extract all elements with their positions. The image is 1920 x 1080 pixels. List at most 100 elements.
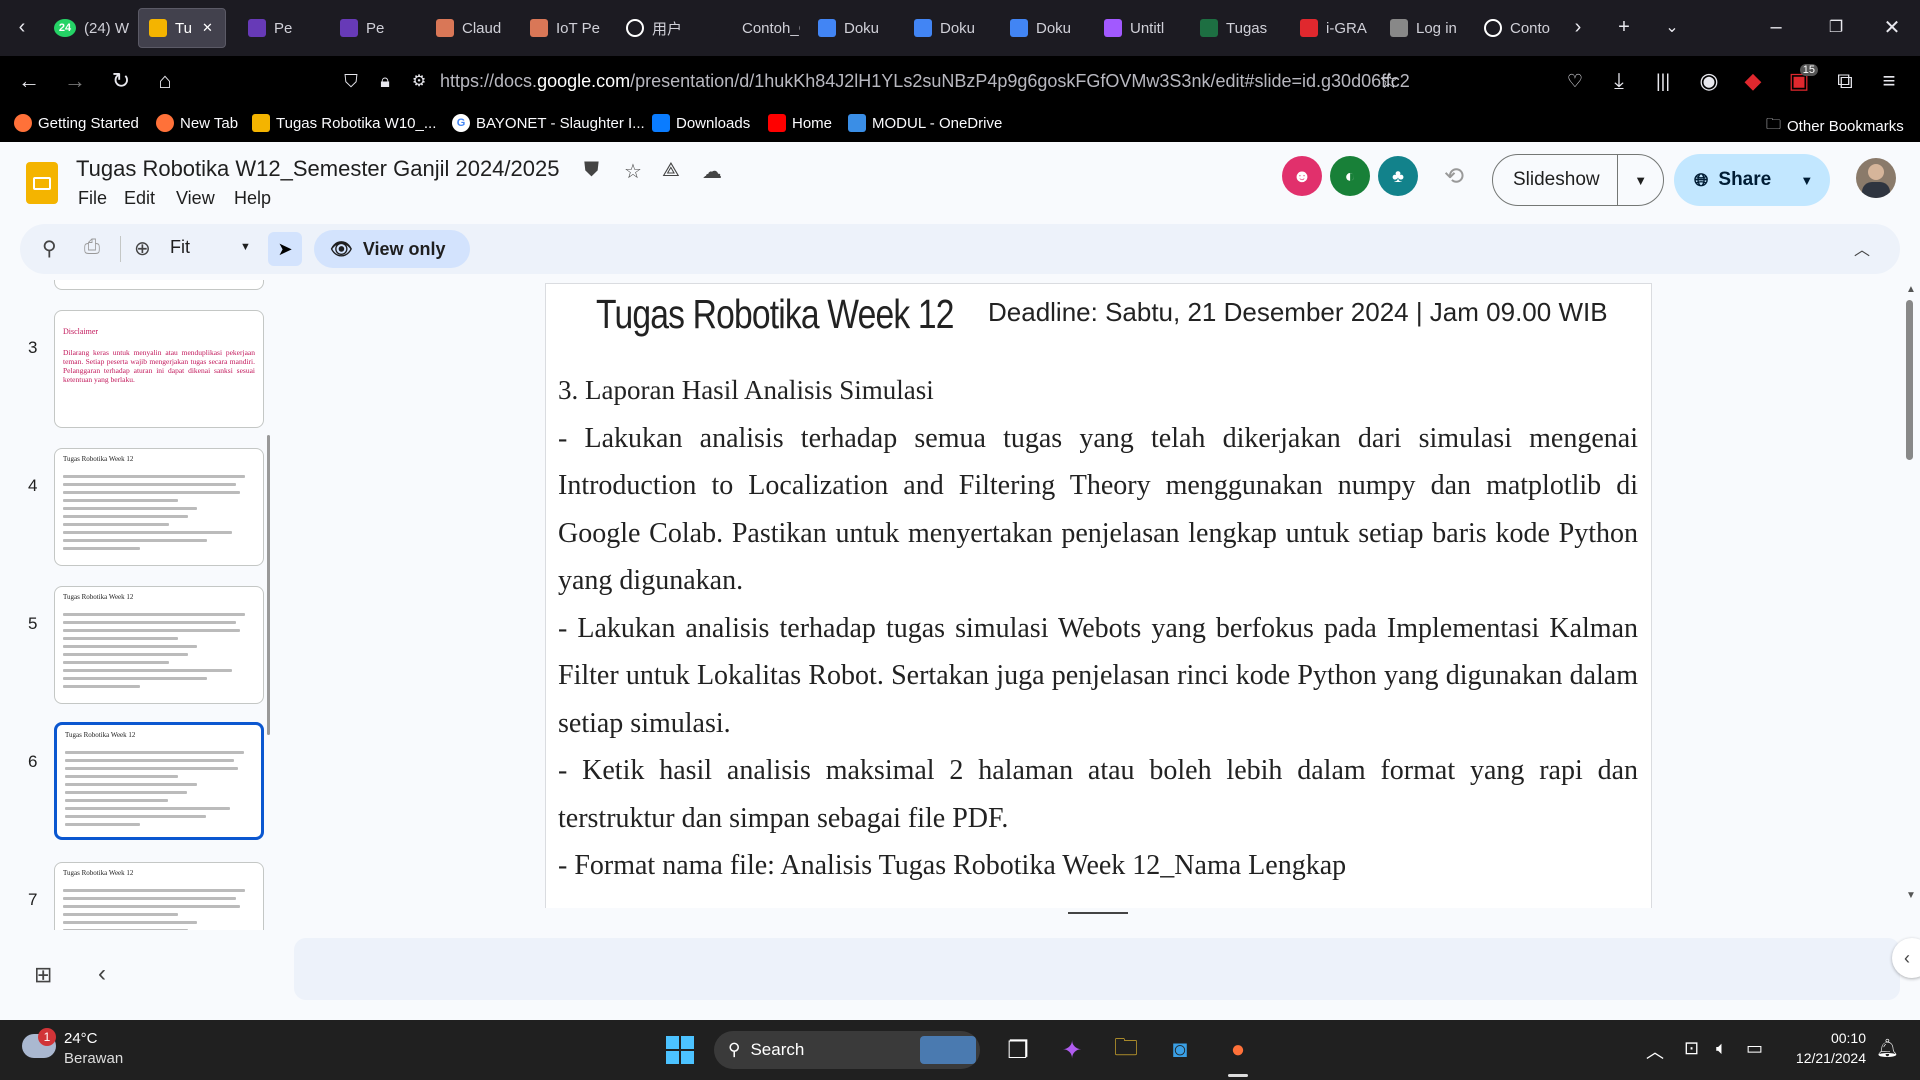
home-icon[interactable]: ⌂	[148, 64, 182, 98]
notifications-bell-icon[interactable]: 🔔︎	[1876, 1038, 1899, 1059]
bookmark-item[interactable]: Tugas Robotika W10_...	[252, 114, 436, 132]
slide-canvas[interactable]: Tugas Robotika Week 12 Deadline: Sabtu, …	[545, 283, 1652, 908]
extension-red-icon[interactable]: ◆	[1736, 64, 1770, 98]
select-cursor-icon[interactable]: ➤	[268, 232, 302, 266]
other-bookmarks[interactable]: 🗀︎ Other Bookmarks	[1766, 114, 1904, 139]
tracking-shield-icon[interactable]: ⛉	[334, 64, 368, 98]
slide-thumbnail[interactable]: Tugas Robotika Week 12	[54, 586, 264, 704]
clock-time[interactable]: 00:10	[1786, 1030, 1866, 1046]
forward-icon[interactable]: →	[58, 64, 92, 98]
slide-thumbnail[interactable]: Tugas Robotika Week 12	[54, 722, 264, 840]
scroll-up-icon[interactable]: ▲	[1906, 284, 1916, 295]
browser-tab[interactable]: Pe	[238, 8, 324, 48]
document-title[interactable]: Tugas Robotika W12_Semester Ganjil 2024/…	[76, 156, 559, 182]
new-tab-icon[interactable]: +	[1604, 10, 1644, 44]
slides-logo-icon[interactable]	[26, 162, 58, 204]
slide-thumbnail-partial[interactable]	[54, 280, 264, 290]
browser-tab[interactable]: Doku	[904, 8, 992, 48]
tab-scroll-right-icon[interactable]: ›	[1558, 10, 1598, 44]
permissions-icon[interactable]: ⚙	[402, 64, 436, 98]
browser-tab[interactable]: Untitl	[1094, 8, 1182, 48]
taskbar-search[interactable]: ⚲ Search	[714, 1031, 980, 1069]
weather-temp[interactable]: 24°C	[64, 1030, 98, 1047]
bookmark-item[interactable]: G BAYONET - Slaughter I...	[452, 114, 645, 132]
volume-icon[interactable]: 🔈︎	[1716, 1038, 1727, 1059]
firefox-taskbar-icon[interactable]: ●	[1218, 1030, 1258, 1070]
browser-tab[interactable]: i-GRA	[1290, 8, 1374, 48]
bookmark-star-icon[interactable]: ☆	[1372, 64, 1406, 98]
minimize-window-icon[interactable]: –	[1756, 10, 1796, 44]
browser-tab[interactable]: Pe	[330, 8, 416, 48]
security-shield-icon[interactable]: ⛊	[584, 159, 599, 182]
grid-view-icon[interactable]: ⊞	[34, 962, 52, 988]
slide-thumbnail[interactable]: Tugas Robotika Week 12	[54, 448, 264, 566]
scroll-down-icon[interactable]: ▼	[1906, 890, 1916, 901]
collapse-filmstrip-icon[interactable]: ‹	[98, 960, 106, 988]
file-explorer-icon[interactable]: 🗀︎	[1106, 1030, 1146, 1070]
bookmark-item[interactable]: New Tab	[156, 114, 238, 132]
browser-tab[interactable]: 24 (24) W	[44, 8, 132, 48]
app-menu-icon[interactable]: ≡	[1872, 64, 1906, 98]
version-history-icon[interactable]: ⟲	[1444, 162, 1464, 191]
browser-tab[interactable]: Log in	[1380, 8, 1468, 48]
browser-tab[interactable]: 用户	[616, 8, 700, 48]
bookmark-item[interactable]: MODUL - OneDrive	[848, 114, 1002, 132]
tab-list-dropdown-icon[interactable]: ⌄	[1652, 10, 1692, 44]
menu-view[interactable]: View	[176, 188, 215, 209]
lock-icon[interactable]: 🔒︎	[368, 64, 402, 98]
close-tab-icon[interactable]: ✕	[202, 20, 213, 36]
browser-tab[interactable]: Doku	[1000, 8, 1088, 48]
print-icon[interactable]: ⎙	[84, 236, 100, 259]
browser-tab[interactable]: Tugas	[1190, 8, 1282, 48]
move-to-drive-icon[interactable]: ⟁	[662, 159, 680, 182]
reload-icon[interactable]: ↻	[104, 64, 138, 98]
tab-list-back-icon[interactable]: ‹	[2, 10, 42, 44]
collaborator-avatar-teal[interactable]: ♣	[1378, 156, 1418, 196]
show-hidden-icons-icon[interactable]: ︿	[1646, 1038, 1664, 1064]
extension-badge-icon[interactable]: ▣ 15	[1782, 64, 1818, 98]
star-icon[interactable]: ☆	[624, 159, 642, 184]
browser-tab[interactable]: Claud	[426, 8, 512, 48]
slideshow-button[interactable]: Slideshow ▼	[1492, 154, 1664, 206]
bookmark-item[interactable]: Getting Started	[14, 114, 139, 132]
task-view-icon[interactable]: ❐	[998, 1030, 1038, 1070]
menu-edit[interactable]: Edit	[124, 188, 155, 209]
share-button[interactable]: 🌐︎ Share ▼	[1674, 154, 1830, 206]
back-icon[interactable]: ←	[12, 64, 46, 98]
downloads-icon[interactable]: ⤓	[1602, 64, 1636, 98]
bookmark-item[interactable]: Home	[768, 114, 832, 132]
quick-assist-icon[interactable]: ◙	[1160, 1030, 1200, 1070]
user-avatar[interactable]	[1856, 158, 1896, 198]
menu-file[interactable]: File	[78, 188, 107, 209]
slide-thumbnail[interactable]: Disclaimer Dilarang keras untuk menyalin …	[54, 310, 264, 428]
collapse-toolbar-icon[interactable]: ︿	[1854, 236, 1870, 260]
browser-tab[interactable]: Conto	[1474, 8, 1558, 48]
share-dropdown-icon[interactable]: ▼	[1800, 173, 1813, 188]
browser-tab[interactable]: Contoh_C	[706, 8, 800, 48]
copilot-icon[interactable]: ✦	[1052, 1030, 1092, 1070]
maximize-window-icon[interactable]: ❐	[1816, 10, 1856, 44]
speaker-notes[interactable]	[294, 938, 1900, 1000]
extensions-puzzle-icon[interactable]: ⧉	[1828, 64, 1862, 98]
scroll-thumb[interactable]	[1906, 300, 1913, 460]
search-menus-icon[interactable]: ⚲	[42, 236, 57, 261]
zoom-select[interactable]: Fit ▼	[170, 237, 270, 258]
windows-start-icon[interactable]	[660, 1030, 700, 1070]
account-icon[interactable]: ◉	[1692, 64, 1726, 98]
menu-help[interactable]: Help	[234, 188, 271, 209]
slideshow-dropdown-icon[interactable]: ▼	[1617, 154, 1663, 206]
pocket-icon[interactable]: ♡	[1558, 64, 1592, 98]
canvas-scrollbar[interactable]: ▲ ▼	[1904, 284, 1916, 904]
notes-resize-handle[interactable]	[1068, 912, 1128, 914]
collaborator-avatar-pink[interactable]: ☻	[1282, 156, 1322, 196]
browser-tab[interactable]: Tu ✕	[138, 8, 226, 48]
browser-tab[interactable]: Doku	[808, 8, 896, 48]
network-icon[interactable]: ⊡	[1684, 1038, 1699, 1059]
cloud-status-icon[interactable]: ☁	[702, 159, 722, 184]
view-only-button[interactable]: 👁︎ View only	[314, 230, 470, 268]
slide-thumbnail[interactable]: Tugas Robotika Week 12	[54, 862, 264, 930]
library-icon[interactable]: |||	[1646, 64, 1680, 98]
browser-tab[interactable]: IoT Pe	[520, 8, 606, 48]
url-bar[interactable]: https://docs.google.com/presentation/d/1…	[440, 71, 1410, 92]
close-window-icon[interactable]: ✕	[1872, 10, 1912, 44]
